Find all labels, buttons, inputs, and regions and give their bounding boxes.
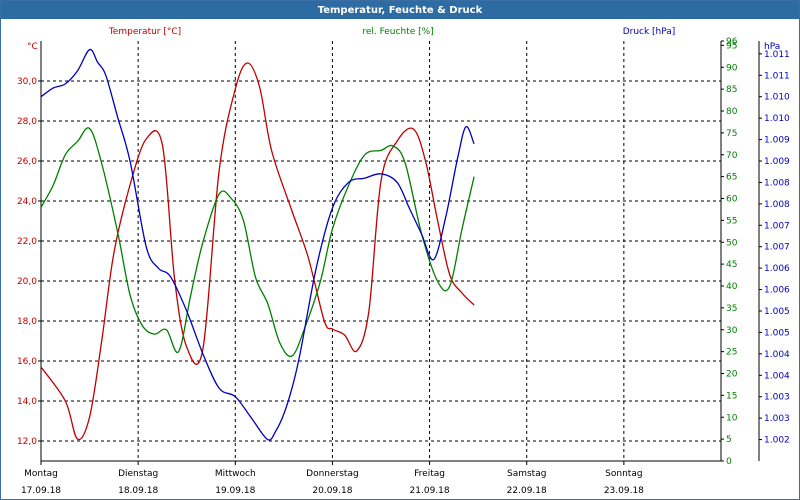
x-tick-date-label: 22.09.18	[507, 486, 547, 496]
temperature-tick-label: 16,0	[17, 357, 37, 367]
pressure-tick-label: 1.011	[764, 50, 790, 60]
temperature-tick-label: 20,0	[17, 277, 37, 287]
pressure-tick-label: 1.009	[764, 136, 790, 146]
humidity-tick-label: 35	[726, 304, 737, 314]
humidity-tick-label: 80	[726, 107, 738, 117]
temperature-tick-label: 26,0	[17, 157, 37, 167]
humidity-tick-label: 50	[726, 238, 738, 248]
x-tick-day-label: Sonntag	[605, 469, 642, 479]
x-tick-date-label: 17.09.18	[21, 486, 61, 496]
pressure-tick-label: 1.004	[764, 371, 790, 381]
humidity-tick-label: 60	[726, 195, 738, 205]
temperature-axis-title: Temperatur [°C]	[108, 27, 181, 37]
humidity-tick-label: 40	[726, 282, 738, 292]
pressure-tick-label: 1.003	[764, 393, 790, 403]
pressure-tick-label: 1.003	[764, 414, 790, 424]
x-tick-day-label: Donnerstag	[306, 469, 359, 479]
pressure-tick-label: 1.010	[764, 93, 790, 103]
humidity-tick-label: 15	[726, 391, 737, 401]
temperature-unit-label: °C	[27, 42, 38, 52]
humidity-tick-label: 55	[726, 216, 737, 226]
humidity-tick-label: 20	[726, 370, 738, 380]
humidity-tick-label: 75	[726, 129, 737, 139]
pressure-tick-label: 1.009	[764, 157, 790, 167]
pressure-tick-label: 1.008	[764, 200, 790, 210]
humidity-tick-label: 45	[726, 260, 737, 270]
humidity-tick-label: 5	[726, 435, 732, 445]
pressure-tick-label: 1.006	[764, 286, 790, 296]
temperature-tick-label: 18,0	[17, 317, 37, 327]
pressure-axis-title: Druck [hPa]	[623, 27, 676, 37]
temperature-tick-label: 24,0	[17, 197, 37, 207]
humidity-tick-label: 0	[726, 457, 732, 467]
humidity-tick-label: 65	[726, 173, 737, 183]
pressure-tick-label: 1.007	[764, 221, 790, 231]
temperature-tick-label: 14,0	[17, 397, 37, 407]
pressure-tick-label: 1.008	[764, 178, 790, 188]
x-tick-date-label: 23.09.18	[604, 486, 644, 496]
pressure-series-line	[40, 48, 475, 441]
humidity-tick-label: 25	[726, 348, 737, 358]
x-tick-day-label: Mittwoch	[215, 469, 256, 479]
pressure-tick-label: 1.007	[764, 243, 790, 253]
chart-canvas: Temperatur [°C] rel. Feuchte [%] Druck [hP…	[17, 27, 790, 496]
x-tick-day-label: Freitag	[414, 469, 445, 479]
humidity-tick-label: 30	[726, 326, 738, 336]
temperature-series-line	[40, 62, 475, 441]
x-tick-day-label: Dienstag	[118, 469, 158, 479]
humidity-tick-label: 85	[726, 85, 737, 95]
humidity-tick-label: 90	[726, 63, 738, 73]
x-tick-date-label: 20.09.18	[312, 486, 352, 496]
x-tick-date-label: 19.09.18	[215, 486, 255, 496]
x-tick-day-label: Montag	[24, 469, 58, 479]
humidity-tick-label: 95	[726, 41, 737, 51]
humidity-series-line	[40, 127, 475, 358]
humidity-tick-label: 70	[726, 151, 738, 161]
chart-window: Temperatur, Feuchte & Druck Temperatur […	[0, 0, 800, 500]
pressure-tick-label: 1.010	[764, 114, 790, 124]
pressure-tick-label: 1.002	[764, 436, 790, 446]
pressure-tick-label: 1.011	[764, 71, 790, 81]
x-tick-date-label: 21.09.18	[410, 486, 450, 496]
humidity-tick-label: 10	[726, 413, 738, 423]
pressure-tick-label: 1.004	[764, 350, 790, 360]
temperature-tick-label: 28,0	[17, 117, 37, 127]
pressure-tick-label: 1.005	[764, 307, 790, 317]
pressure-tick-label: 1.006	[764, 264, 790, 274]
x-tick-date-label: 18.09.18	[118, 486, 158, 496]
temperature-tick-label: 22,0	[17, 237, 37, 247]
pressure-tick-label: 1.005	[764, 328, 790, 338]
x-tick-day-label: Samstag	[507, 469, 546, 479]
temperature-tick-label: 30,0	[17, 77, 37, 87]
temperature-tick-label: 12,0	[17, 437, 37, 447]
humidity-axis-title: rel. Feuchte [%]	[362, 27, 433, 37]
